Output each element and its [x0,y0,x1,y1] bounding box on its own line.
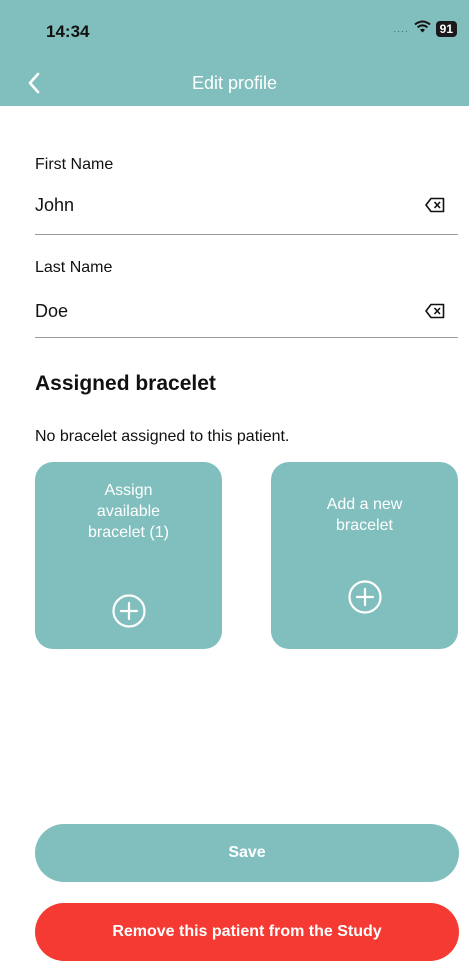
first-name-underline [35,234,458,235]
first-name-field[interactable] [35,190,458,220]
clear-first-name-button[interactable] [424,195,446,215]
assign-bracelet-label: Assign available bracelet (1) [88,482,169,541]
assign-bracelet-card[interactable]: Assign available bracelet (1) [35,462,222,649]
status-time: 14:34 [46,22,90,41]
first-name-label: First Name [35,156,114,173]
status-indicators: .... 91 [394,20,457,38]
clear-last-name-button[interactable] [424,301,446,321]
battery-icon: 91 [435,21,457,37]
add-new-bracelet-label: Add a new bracelet [326,496,403,534]
remove-patient-button[interactable]: Remove this patient from the Study [35,903,459,961]
last-name-field[interactable] [35,296,458,326]
last-name-underline [35,337,458,338]
save-button[interactable]: Save [35,824,459,882]
clear-text-icon [425,303,445,319]
section-title: Assigned bracelet [35,372,216,395]
add-new-bracelet-card[interactable]: Add a new bracelet [271,462,458,649]
page-title: Edit profile [191,73,278,93]
bracelet-info-text: No bracelet assigned to this patient. [35,428,290,445]
plus-circle-icon [347,580,382,614]
last-name-label: Last Name [35,259,113,276]
clear-text-icon [425,197,445,213]
plus-circle-icon [111,594,146,628]
wifi-icon [414,20,431,38]
signal-icon: .... [393,23,409,35]
